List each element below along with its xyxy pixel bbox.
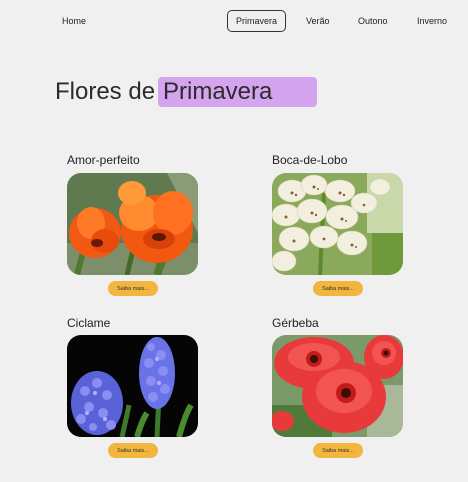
page-title-highlight: Primavera — [163, 78, 273, 105]
nav-primavera-label: Primavera — [235, 16, 277, 26]
flower-image-amor-perfeito — [67, 173, 198, 275]
flower-image-gerbeba — [272, 335, 403, 437]
card-title-ciclame: Ciclame — [67, 316, 111, 330]
page-title-prefix: Flores de — [55, 78, 156, 105]
saiba-mais-button-ciclame[interactable]: Saiba mais... — [108, 443, 158, 458]
card-title-boca-de-lobo: Boca-de-Lobo — [272, 153, 348, 167]
nav-outono-link[interactable]: Outono — [358, 16, 388, 26]
saiba-mais-button-boca-de-lobo[interactable]: Saiba mais... — [313, 281, 363, 296]
nav-home-link[interactable]: Home — [62, 16, 86, 26]
nav-inverno-link[interactable]: Inverno — [417, 16, 447, 26]
flower-image-ciclame — [67, 335, 198, 437]
saiba-mais-button-amor-perfeito[interactable]: Saiba mais... — [108, 281, 158, 296]
card-title-amor-perfeito: Amor-perfeito — [67, 153, 140, 167]
saiba-mais-button-gerbeba[interactable]: Saiba mais... — [313, 443, 363, 458]
flower-image-boca-de-lobo — [272, 173, 403, 275]
card-title-gerbeba: Gérbeba — [272, 316, 319, 330]
nav-verao-link[interactable]: Verão — [306, 16, 330, 26]
nav-primavera-tab[interactable]: Primavera — [227, 10, 286, 32]
